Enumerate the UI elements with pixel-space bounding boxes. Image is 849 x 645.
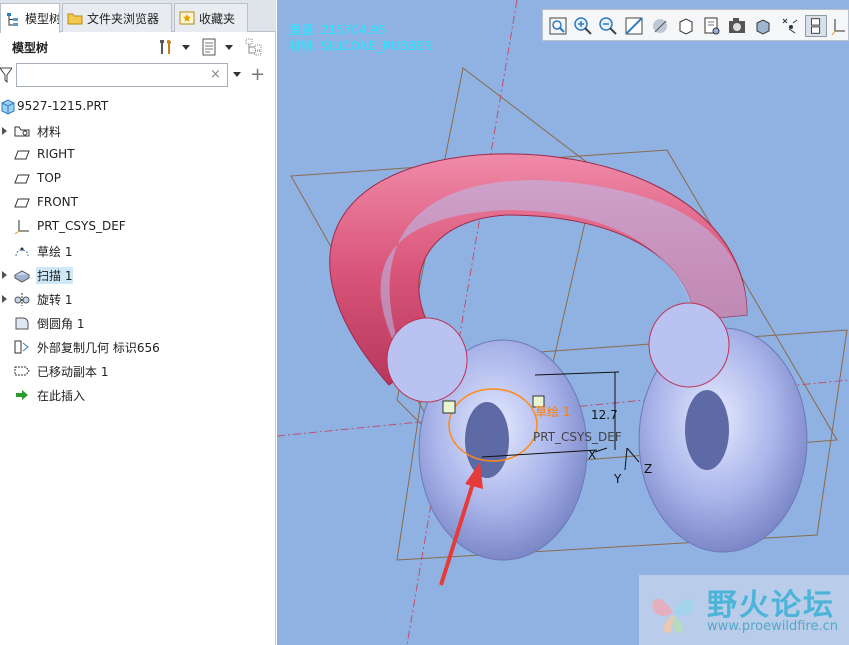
butterfly-logo-icon [652, 599, 694, 634]
datum-display-icon[interactable] [805, 15, 827, 37]
favorites-icon [179, 11, 195, 25]
tree-item-label: 外部复制几何 标识656 [37, 341, 160, 355]
material-icon [14, 126, 30, 137]
tab-model-tree[interactable]: 模型树 [0, 3, 60, 33]
tree-item-external-copy[interactable]: 外部复制几何 标识656 [0, 335, 276, 359]
tree-item-label: PRT_CSYS_DEF [37, 219, 126, 233]
expand-icon[interactable] [2, 271, 7, 279]
moved-copy-icon [14, 366, 30, 376]
tab-favorites[interactable]: 收藏夹 [174, 3, 248, 32]
sketch-handle[interactable] [442, 400, 456, 414]
tree-item-label: 旋转 1 [37, 293, 73, 307]
model-tree-icon [7, 12, 18, 26]
show-options-icon[interactable] [199, 37, 219, 57]
tree-item-csys[interactable]: PRT_CSYS_DEF [0, 215, 276, 239]
filter-icon [0, 67, 12, 83]
clear-search-button[interactable]: × [210, 67, 221, 82]
sketch-icon [15, 247, 29, 257]
datum-plane-icon [14, 174, 30, 184]
tree-root[interactable]: 9527-1215.PRT [0, 95, 276, 119]
sweep-icon [13, 270, 31, 283]
view-manager-icon[interactable] [701, 15, 723, 37]
part-icon [1, 99, 15, 115]
tab-folder-browser[interactable]: 文件夹浏览器 [62, 3, 172, 32]
panel-tabs: 模型树 文件夹浏览器 收藏夹 [0, 0, 276, 33]
tree-item-material[interactable]: 材料 [0, 119, 276, 143]
insert-here-arrow-icon [16, 390, 28, 400]
tree-filter-icon[interactable] [244, 37, 264, 57]
display-style-icon[interactable] [649, 15, 671, 37]
axis-y-label: Y [614, 472, 622, 486]
model-tree-panel: 模型树 文件夹浏览器 收藏夹 模型树 × + 9527-1215.PRT 材料 … [0, 0, 276, 645]
tree-item-label: TOP [37, 171, 62, 185]
folder-browser-icon [67, 13, 83, 25]
show-dropdown[interactable] [225, 45, 233, 50]
material-readout: 材料: SILICONE_RUBBER [289, 39, 433, 53]
tree-item-right[interactable]: RIGHT [0, 143, 276, 167]
perspective-icon[interactable] [726, 15, 748, 37]
external-copy-icon [14, 340, 29, 354]
tree-item-moved-copy[interactable]: 已移动副本 1 [0, 359, 276, 383]
sketch-label[interactable]: 草绘 1 [535, 403, 570, 420]
panel-title: 模型树 [12, 41, 49, 55]
tree-item-top[interactable]: TOP [0, 167, 276, 191]
tab-label: 收藏夹 [199, 11, 236, 26]
tree-item-label: FRONT [37, 195, 78, 209]
revolve-icon [14, 293, 30, 306]
tree-item-insert-here[interactable]: 在此插入 [0, 383, 276, 407]
model-scene[interactable] [277, 0, 849, 645]
tree-item-label: 扫描 1 [36, 267, 74, 284]
zoom-out-icon[interactable] [597, 15, 619, 37]
settings-dropdown[interactable] [182, 45, 190, 50]
tree-item-label: 倒圆角 1 [37, 317, 85, 331]
model-info: 重量: 215704.95 材料: SILICONE_RUBBER [289, 22, 432, 54]
annotation-display-icon[interactable] [779, 15, 801, 37]
round-icon [15, 317, 29, 330]
tree-item-sweep[interactable]: 扫描 1 [0, 263, 276, 287]
refit-icon[interactable] [547, 15, 569, 37]
csys-icon [14, 220, 29, 235]
tree-item-label: RIGHT [37, 147, 75, 161]
csys-label[interactable]: PRT_CSYS_DEF [533, 430, 622, 444]
view-toolbar [542, 9, 849, 41]
tree-root-label: 9527-1215.PRT [17, 99, 109, 113]
tree-item-sketch[interactable]: 草绘 1 [0, 239, 276, 263]
revolve-right[interactable] [638, 302, 808, 553]
mass-readout: 重量: 215704.95 [289, 23, 386, 37]
tree-toolbar: 模型树 [0, 33, 276, 60]
search-input[interactable] [16, 63, 228, 87]
zoom-in-icon[interactable] [572, 15, 594, 37]
axis-x-label: X [588, 448, 597, 462]
axis-z-label: Z [644, 462, 653, 476]
model-tree: 9527-1215.PRT 材料 RIGHT TOP FRONT PRT_CSY… [0, 95, 276, 407]
settings-tools-icon[interactable] [156, 37, 176, 57]
tree-item-revolve[interactable]: 旋转 1 [0, 287, 276, 311]
tree-item-label: 草绘 1 [37, 245, 73, 259]
tree-item-round[interactable]: 倒圆角 1 [0, 311, 276, 335]
graphics-viewport[interactable]: 重量: 215704.95 材料: SILICONE_RUBBER 草绘 1 1… [277, 0, 849, 645]
search-dropdown[interactable] [233, 72, 241, 77]
add-filter-icon[interactable]: + [250, 64, 265, 85]
watermark-url: www.proewildfire.cn [707, 619, 838, 634]
expand-icon[interactable] [2, 127, 7, 135]
csys-display-icon[interactable] [831, 15, 849, 37]
tree-item-front[interactable]: FRONT [0, 191, 276, 215]
repaint-icon[interactable] [623, 15, 645, 37]
watermark-title: 野火论坛 [707, 588, 835, 623]
expand-icon[interactable] [2, 295, 7, 303]
spin-center-icon[interactable] [752, 15, 774, 37]
tab-label: 文件夹浏览器 [87, 11, 160, 26]
forum-watermark: 野火论坛 www.proewildfire.cn [639, 575, 849, 645]
datum-plane-icon [14, 150, 30, 160]
tab-label: 模型树 [25, 12, 60, 26]
search-row: × + [0, 61, 276, 89]
datum-plane-icon [14, 198, 30, 208]
saved-views-icon[interactable] [675, 15, 697, 37]
tree-item-label: 在此插入 [37, 389, 86, 403]
tree-item-label: 材料 [37, 125, 62, 139]
tree-item-label: 已移动副本 1 [37, 365, 109, 379]
dimension-value[interactable]: 12.7 [591, 408, 618, 422]
